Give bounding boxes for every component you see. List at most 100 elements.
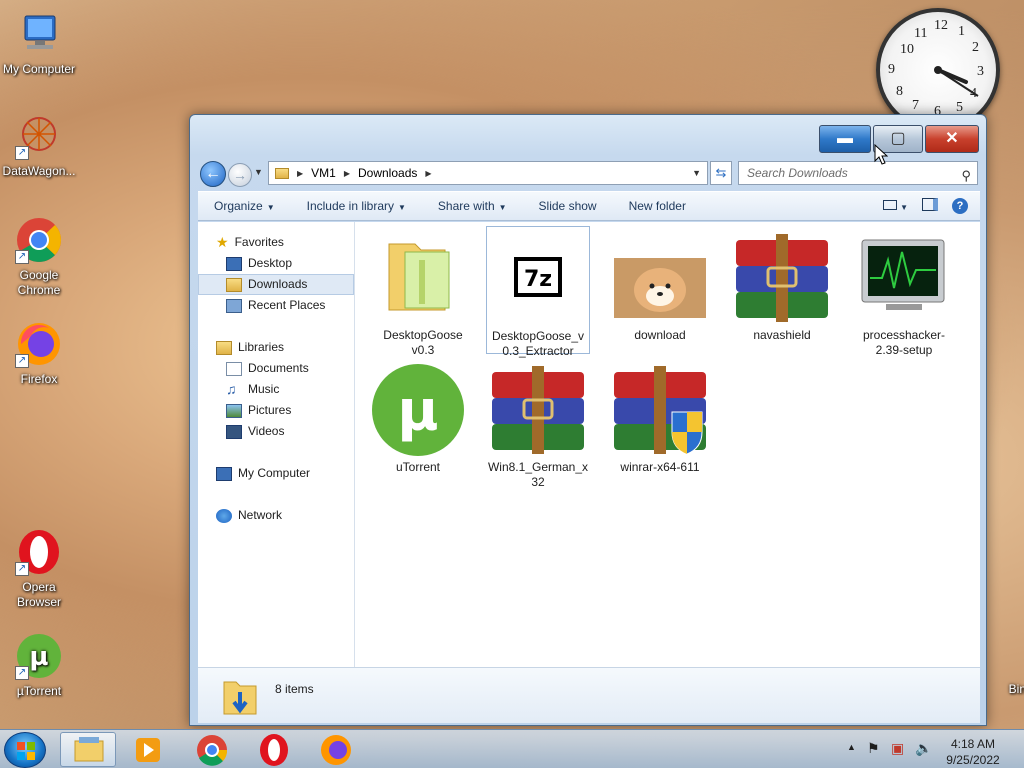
nav-desktop[interactable]: Desktop <box>198 253 354 274</box>
clock-time: 4:18 AM <box>950 737 996 751</box>
desktop-icon-label: Opera Browser <box>16 580 61 609</box>
file-item[interactable]: navashield <box>730 226 834 343</box>
downloads-folder-icon <box>226 277 242 292</box>
file-item[interactable]: download <box>608 226 712 343</box>
chevron-down-icon: ▼ <box>254 167 263 177</box>
taskbar-explorer[interactable] <box>60 732 116 767</box>
slide-show-button[interactable]: Slide show <box>523 199 613 213</box>
datawagon-icon: ↗ <box>15 112 63 160</box>
search-placeholder: Search Downloads <box>747 166 848 180</box>
media-player-icon <box>136 738 160 762</box>
desktop-icon-opera[interactable]: ↗ Opera Browser <box>1 528 77 610</box>
breadcrumb-vm1[interactable]: VM1 <box>311 166 336 180</box>
nav-label: Videos <box>248 424 285 438</box>
file-name: Win8.1_German_x32 <box>487 460 589 489</box>
nav-label: Documents <box>248 361 309 375</box>
desktop-icon-datawagon[interactable]: ↗ DataWagon... <box>1 112 77 179</box>
svg-text:µ: µ <box>397 379 438 444</box>
image-thumbnail-icon <box>612 230 708 326</box>
start-button[interactable] <box>4 732 46 768</box>
preview-pane-icon <box>922 198 938 211</box>
winrar-archive-icon <box>490 362 586 458</box>
taskbar-clock[interactable]: 4:18 AM 9/25/2022 <box>945 736 1001 768</box>
winrar-installer-icon <box>612 362 708 458</box>
share-with-menu[interactable]: Share with ▼ <box>422 199 523 213</box>
back-button[interactable]: ← <box>200 161 226 187</box>
zipped-folder-icon <box>375 230 471 326</box>
recent-pages-dropdown[interactable]: ▼ <box>254 167 263 177</box>
desktop-icon-chrome[interactable]: ↗ Google Chrome <box>1 216 77 298</box>
clock-hands <box>934 66 979 97</box>
address-bar[interactable]: ▶ VM1 ▶ Downloads ▶ ▼ <box>268 161 708 185</box>
taskbar-firefox[interactable] <box>308 732 364 767</box>
nav-label: Libraries <box>238 340 285 354</box>
forward-button[interactable]: → <box>228 163 252 187</box>
nav-my-computer[interactable]: My Computer <box>198 463 354 484</box>
explorer-window[interactable]: ▬ ▢ ✕ ← → ▼ ▶ VM1 ▶ Downloads ▶ ▼ ⇆ Sear… <box>189 114 987 726</box>
chevron-right-icon: ▶ <box>343 168 350 178</box>
change-view-button[interactable]: ▼ <box>882 199 908 213</box>
folder-icon <box>275 167 289 179</box>
file-name: processhacker-2.39-setup <box>862 328 946 357</box>
desktop-icon-firefox[interactable]: ↗ Firefox <box>1 320 77 387</box>
breadcrumb-downloads[interactable]: Downloads <box>358 166 417 180</box>
utorrent-icon: µ ↗ <box>15 632 63 680</box>
navigation-bar: ← → ▼ ▶ VM1 ▶ Downloads ▶ ▼ ⇆ Search Dow… <box>198 159 980 187</box>
nav-favorites[interactable]: ★ Favorites <box>198 232 354 253</box>
desktop-icon-my-computer[interactable]: My Computer <box>1 10 77 77</box>
refresh-button[interactable]: ⇆ <box>710 161 732 185</box>
help-icon[interactable]: ? <box>952 198 968 214</box>
search-input[interactable]: Search Downloads ⚲ <box>738 161 978 185</box>
taskbar-media-player[interactable] <box>120 732 176 767</box>
desktop-icon-label: My Computer <box>2 62 76 76</box>
close-button[interactable]: ✕ <box>925 125 979 153</box>
file-item[interactable]: µ uTorrent <box>366 358 470 475</box>
utorrent-icon: µ <box>370 362 466 458</box>
computer-icon <box>216 466 232 481</box>
preview-pane-button[interactable] <box>922 198 938 214</box>
refresh-icon: ⇆ <box>715 165 727 180</box>
file-item[interactable]: processhacker-2.39-setup <box>852 226 956 358</box>
file-item[interactable]: winrar-x64-611 <box>608 358 712 475</box>
nav-music[interactable]: ♫ Music <box>198 379 354 400</box>
forward-arrow-icon: → <box>233 167 247 183</box>
include-in-library-menu[interactable]: Include in library ▼ <box>291 199 422 213</box>
item-count: 8 items <box>275 682 314 696</box>
nav-label: Network <box>238 508 283 522</box>
nav-pictures[interactable]: Pictures <box>198 400 354 421</box>
nav-label: My Computer <box>238 466 311 480</box>
file-item[interactable]: DesktopGoose v0.3 <box>371 226 475 358</box>
show-hidden-icons-button[interactable]: ▲ <box>847 742 856 752</box>
details-pane: 8 items <box>198 667 980 723</box>
chevron-down-icon[interactable]: ▼ <box>692 168 701 178</box>
nav-downloads[interactable]: Downloads <box>198 274 354 295</box>
windows-logo-icon <box>17 742 35 760</box>
shortcut-arrow-icon: ↗ <box>15 562 29 576</box>
chrome-icon: ↗ <box>15 216 63 264</box>
taskbar-chrome[interactable] <box>184 732 240 767</box>
firefox-icon <box>321 735 351 765</box>
action-center-icon[interactable]: ⚑ <box>867 740 880 757</box>
process-hacker-icon <box>856 230 952 326</box>
explorer-icon <box>74 737 104 762</box>
nav-documents[interactable]: Documents <box>198 358 354 379</box>
taskbar-opera[interactable] <box>246 732 302 767</box>
minimize-button[interactable]: ▬ <box>819 125 871 153</box>
file-item[interactable]: 7z DesktopGoose_v0.3_Extractor <box>486 226 590 358</box>
volume-icon[interactable]: 🔈 <box>915 740 932 757</box>
desktop-icon-utorrent[interactable]: µ ↗ µTorrent <box>1 632 77 699</box>
network-error-icon[interactable]: ▣ <box>891 740 904 757</box>
nav-libraries[interactable]: Libraries <box>198 337 354 358</box>
nav-recent-places[interactable]: Recent Places <box>198 295 354 316</box>
star-icon: ★ <box>216 234 229 250</box>
organize-menu[interactable]: Organize ▼ <box>198 199 291 213</box>
nav-network[interactable]: Network <box>198 505 354 526</box>
slide-show-label: Slide show <box>538 199 597 213</box>
new-folder-button[interactable]: New folder <box>613 199 702 213</box>
libraries-icon <box>216 340 232 355</box>
nav-label: Desktop <box>248 256 293 270</box>
close-icon: ✕ <box>945 130 959 147</box>
nav-videos[interactable]: Videos <box>198 421 354 442</box>
firefox-icon: ↗ <box>15 320 63 368</box>
file-item[interactable]: Win8.1_German_x32 <box>486 358 590 490</box>
